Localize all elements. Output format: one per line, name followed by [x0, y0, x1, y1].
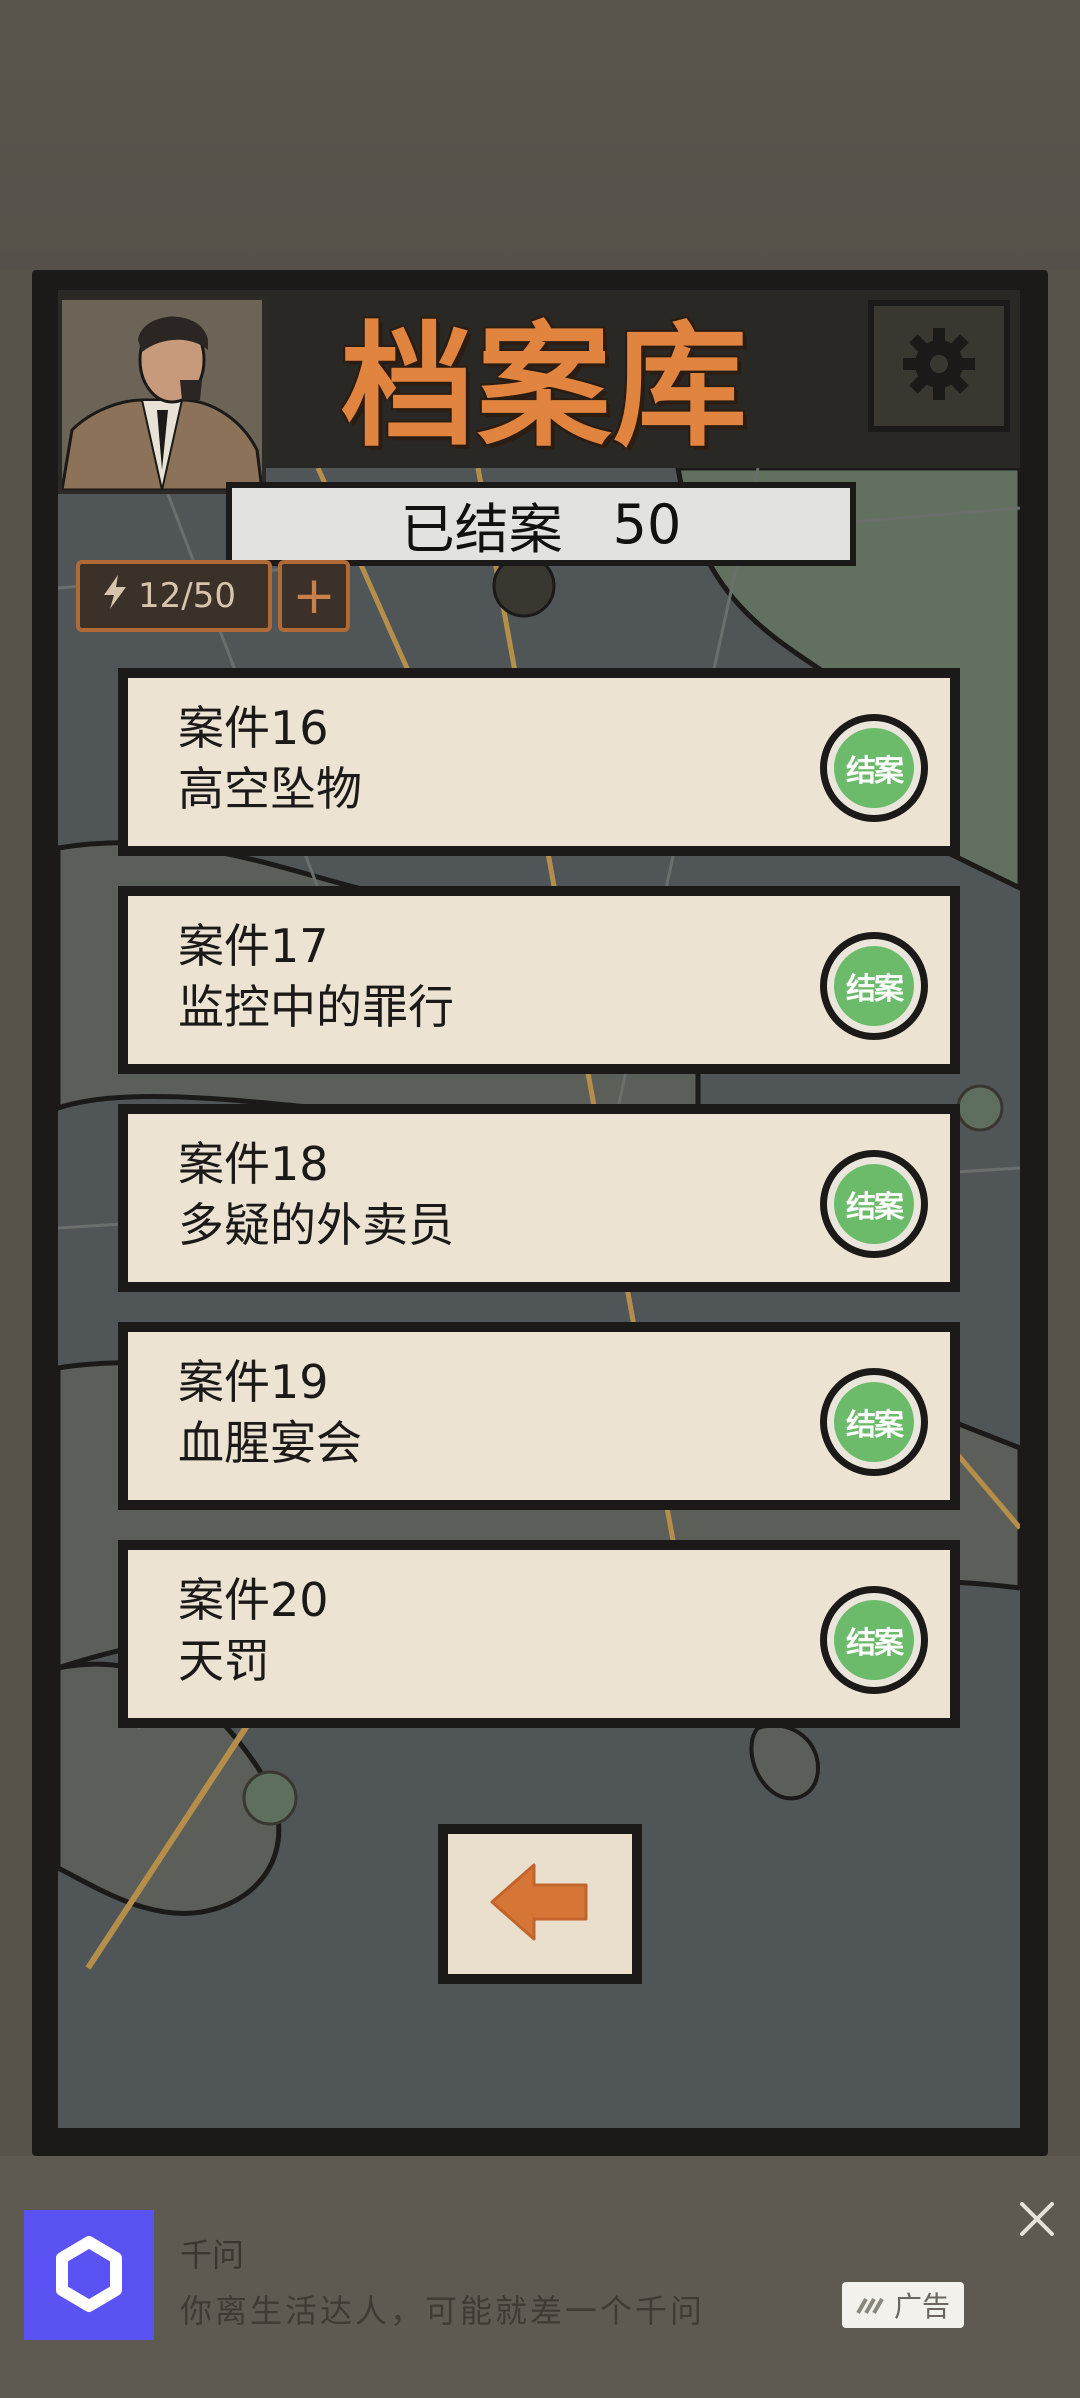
case-card-body: 案件16 高空坠物 结案 — [128, 678, 950, 846]
closed-stamp: 结案 — [820, 1368, 928, 1476]
arrow-left-icon — [488, 1861, 592, 1947]
closed-stamp-label: 结案 — [834, 1164, 914, 1244]
ad-banner[interactable]: 千问 你离生活达人，可能就差一个千问 广告 — [0, 2156, 1080, 2398]
energy-value: 12/50 — [138, 576, 236, 616]
back-button-face — [448, 1834, 632, 1974]
ad-badge-label: 广告 — [893, 2290, 950, 2323]
settings-button[interactable] — [868, 300, 1010, 432]
ad-badge: 广告 — [842, 2282, 964, 2328]
ad-brand-icon — [856, 2289, 888, 2322]
case-card-18[interactable]: 案件18 多疑的外卖员 结案 — [118, 1104, 960, 1292]
case-card-17[interactable]: 案件17 监控中的罪行 结案 — [118, 886, 960, 1074]
closed-stamp: 结案 — [820, 932, 928, 1040]
close-icon — [1014, 2202, 1060, 2246]
add-energy-button[interactable]: + — [278, 560, 350, 632]
back-button[interactable] — [438, 1824, 642, 1984]
closed-stamp: 结案 — [820, 1586, 928, 1694]
closed-stamp-label: 结案 — [834, 728, 914, 808]
ad-text: 你离生活达人，可能就差一个千问 — [180, 2292, 706, 2330]
closed-stamp-label: 结案 — [834, 946, 914, 1026]
ad-app-logo — [24, 2210, 154, 2340]
case-card-20[interactable]: 案件20 天罚 结案 — [118, 1540, 960, 1728]
closed-cases-count: 50 — [612, 492, 682, 556]
closed-cases-label: 已结案 — [400, 497, 563, 561]
case-card-body: 案件19 血腥宴会 结案 — [128, 1332, 950, 1500]
closed-stamp-label: 结案 — [834, 1600, 914, 1680]
case-card-body: 案件20 天罚 结案 — [128, 1550, 950, 1718]
lightning-icon — [102, 574, 128, 618]
case-card-body: 案件17 监控中的罪行 结案 — [128, 896, 950, 1064]
closed-cases-banner: 已结案 50 — [226, 482, 856, 566]
detective-avatar — [58, 296, 266, 494]
case-card-body: 案件18 多疑的外卖员 结案 — [128, 1114, 950, 1282]
gear-icon — [899, 324, 979, 408]
closed-stamp-label: 结案 — [834, 1382, 914, 1462]
page-background — [0, 0, 1080, 270]
case-card-19[interactable]: 案件19 血腥宴会 结案 — [118, 1322, 960, 1510]
closed-stamp: 结案 — [820, 714, 928, 822]
ad-close-button[interactable] — [1014, 2196, 1060, 2242]
closed-stamp: 结案 — [820, 1150, 928, 1258]
energy-counter: 12/50 — [76, 560, 272, 632]
case-card-16[interactable]: 案件16 高空坠物 结案 — [118, 668, 960, 856]
page-title: 档案库 — [340, 309, 749, 465]
ad-app-name: 千问 — [180, 2236, 245, 2274]
